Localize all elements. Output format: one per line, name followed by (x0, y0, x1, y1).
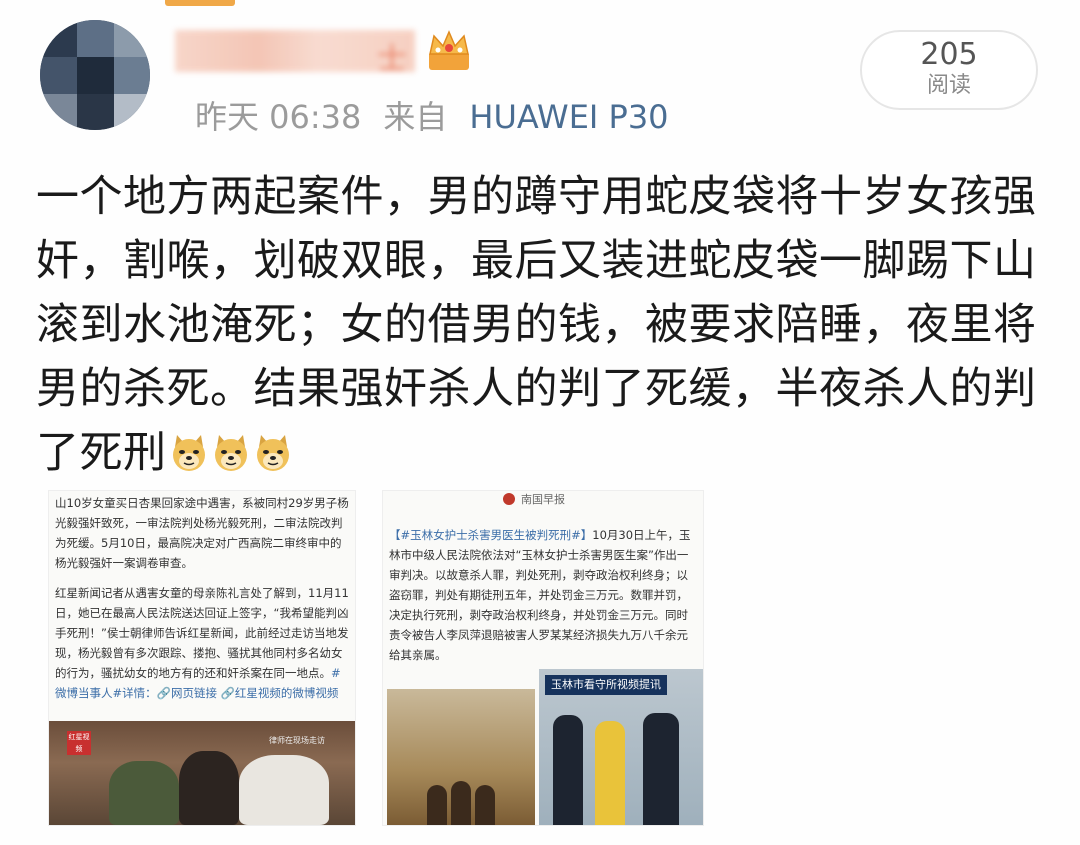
read-count: 205 (920, 37, 978, 72)
post-body: 一个地方两起案件，男的蹲守用蛇皮袋将十岁女孩强奸，割喉，划破双眼，最后又装进蛇皮… (36, 165, 1046, 485)
left-photo: 红星视频 律师在现场走访 (49, 721, 355, 825)
post-meta: 昨天 06:38 来自 HUAWEI P30 (195, 92, 669, 138)
embedded-image-left[interactable]: 山10岁女童买日杏果回家途中遇害，系被同村29岁男子杨光毅强奸致死，一审法院判处… (48, 490, 356, 826)
photo-caption: 律师在现场走访 (269, 736, 325, 745)
doge-emoji (256, 435, 289, 471)
post-timestamp: 昨天 06:38 (195, 98, 362, 136)
username-glyph: 士 (377, 42, 407, 77)
read-counter: 205 阅读 (860, 30, 1038, 110)
doge-emoji (214, 435, 247, 471)
username-blurred[interactable]: 士 (175, 30, 415, 77)
doge-emoji (172, 435, 205, 471)
left-paragraph-text: 红星新闻记者从遇害女童的母亲陈礼言处了解到，11月11日，她已在最高人民法院送达… (55, 586, 349, 680)
video-badge: 红星视频 (67, 731, 91, 755)
right-body-text: 10月30日上午，玉林市中级人民法院依法对“玉林女护士杀害男医生案”作出一审判决… (389, 528, 691, 662)
detention-banner: 玉林市看守所视频提讯 (545, 675, 667, 695)
source-prefix: 来自 (383, 98, 448, 136)
crown-icon (429, 30, 469, 70)
news-header: 南国早报 (383, 491, 703, 521)
left-links: 详情：🔗网页链接 🔗红星视频的微博视频 (122, 686, 339, 700)
detention-photo: 玉林市看守所视频提讯 (539, 669, 703, 825)
top-strip (165, 0, 235, 6)
news-outlet: 南国早报 (521, 493, 565, 506)
emoji-row (167, 428, 293, 478)
right-paragraph: 【#玉林女护士杀害男医生被判死刑#】10月30日上午，玉林市中级人民法院依法对“… (383, 525, 703, 665)
read-label: 阅读 (926, 73, 971, 98)
news-logo-icon (503, 493, 515, 505)
weibo-post-screenshot: 士 昨天 06:38 来自 HUAWEI P30 205 阅读 一个地方两起案件，男… (0, 0, 1080, 845)
left-top-text: 山10岁女童买日杏果回家途中遇害，系被同村29岁男子杨光毅强奸致死，一审法院判处… (55, 496, 349, 570)
left-paragraph: 红星新闻记者从遇害女童的母亲陈礼言处了解到，11月11日，她已在最高人民法院送达… (49, 583, 355, 703)
embedded-image-right[interactable]: 南国早报 【#玉林女护士杀害男医生被判死刑#】10月30日上午，玉林市中级人民法… (382, 490, 704, 826)
avatar[interactable] (40, 20, 150, 130)
courtroom-photo (387, 689, 535, 825)
source-device[interactable]: HUAWEI P30 (469, 98, 668, 136)
right-hashtag: 【#玉林女护士杀害男医生被判死刑#】 (389, 528, 593, 542)
